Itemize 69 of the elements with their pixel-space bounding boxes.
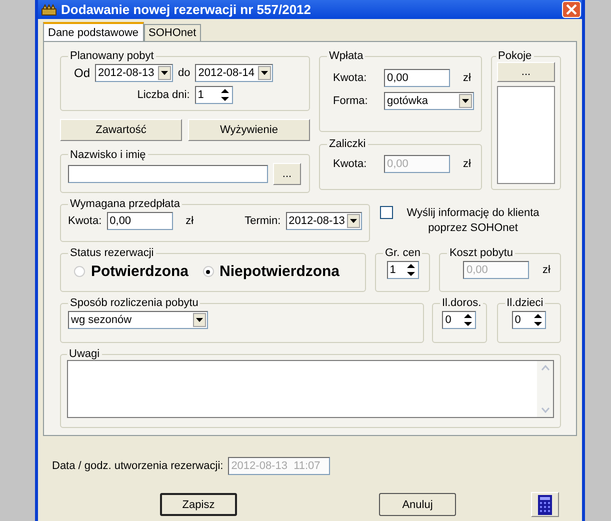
to-label: do — [178, 67, 190, 79]
dialog-button[interactable]: Zapisz — [160, 493, 237, 516]
caret-icon — [350, 219, 357, 223]
stay-button[interactable]: Zawartość — [60, 118, 182, 141]
spin-arrows-icon — [463, 313, 474, 327]
group-label: Planowany pobyt — [69, 50, 155, 62]
checkbox-label: Wyślij informację do klienta poprzez SOHOnet — [406, 206, 540, 236]
rooms-list[interactable] — [497, 86, 555, 184]
group-label: Uwagi — [68, 348, 101, 360]
date-dropdown[interactable]: 2012-08-13 — [95, 64, 174, 82]
caret-icon — [161, 71, 168, 75]
crown-icon — [41, 4, 57, 16]
children-spinner[interactable]: 0 — [512, 311, 546, 329]
rooms-button[interactable]: ... — [497, 62, 555, 82]
group-label: Sposób rozliczenia pobytu — [69, 297, 200, 309]
group-label: Zaliczki — [328, 138, 367, 150]
radio-button[interactable] — [202, 266, 214, 277]
group-label: Nazwisko i imię — [69, 148, 147, 161]
calculator-icon — [538, 494, 552, 514]
radio-button[interactable] — [74, 266, 85, 277]
payment-form-dropdown[interactable]: gotówka — [384, 92, 474, 110]
name-field[interactable] — [68, 164, 268, 183]
group-label: Il.doros. — [441, 297, 482, 309]
amount-label: Kwota: — [68, 215, 102, 227]
days-spinner[interactable]: 1 — [194, 86, 233, 104]
radio-label: Niepotwierdzona — [220, 263, 340, 280]
created-label: Data / godz. utworzenia rezerwacji: — [52, 460, 224, 472]
radio-label: Potwierdzona — [91, 263, 189, 280]
checkbox[interactable] — [380, 206, 393, 219]
currency-label: zł — [463, 158, 471, 170]
group-label: Wymagana przedpłata — [69, 198, 181, 210]
amount-label: Kwota: — [333, 72, 368, 84]
date-dropdown[interactable]: 2012-08-14 — [195, 64, 274, 82]
amount-field[interactable]: 0,00 — [106, 212, 173, 230]
currency-label: zł — [542, 264, 550, 276]
created-field: 2012-08-13 11:07 — [228, 457, 330, 475]
group-label: Il.dzieci — [506, 297, 544, 309]
group-label: Pokoje — [497, 50, 533, 62]
group-label: Gr. cen — [384, 247, 422, 259]
tab[interactable]: SOHOnet — [144, 24, 202, 41]
amount-label: Kwota: — [333, 158, 368, 170]
currency-label: zł — [463, 72, 471, 84]
window-title: Dodawanie nowej rezerwacji nr 557/2012 — [61, 2, 312, 17]
price-group-spinner[interactable]: 1 — [386, 261, 419, 279]
browse-button[interactable]: ... — [273, 162, 301, 185]
stay-button[interactable]: Wyżywienie — [188, 118, 310, 141]
days-label: Liczba dni: — [137, 89, 190, 101]
adults-spinner[interactable]: 0 — [442, 311, 476, 329]
group-label: Koszt pobytu — [448, 247, 514, 259]
spin-arrows-icon — [532, 313, 543, 327]
caret-icon — [261, 71, 268, 75]
amount-field[interactable]: 0,00 — [384, 69, 450, 87]
caret-icon — [196, 318, 203, 322]
notes-field[interactable] — [67, 360, 554, 418]
calculator-button[interactable] — [531, 492, 559, 517]
close-button[interactable] — [562, 1, 581, 18]
currency-label: zł — [186, 215, 194, 227]
date-dropdown[interactable]: 2012-08-13 — [286, 212, 362, 230]
billing-dropdown[interactable]: wg sezonów — [68, 311, 208, 329]
group-label: Wpłata — [328, 50, 364, 62]
from-label: Od — [74, 66, 90, 80]
tab[interactable]: Dane podstawowe — [43, 22, 144, 41]
due-label: Termin: — [244, 215, 281, 227]
group-label: Status rezerwacji — [69, 247, 155, 259]
caret-icon — [462, 99, 469, 103]
spin-arrows-icon — [406, 263, 416, 277]
dialog-button[interactable]: Anuluj — [379, 493, 456, 516]
form-label: Forma: — [333, 95, 369, 107]
spin-arrows-icon — [220, 88, 230, 102]
